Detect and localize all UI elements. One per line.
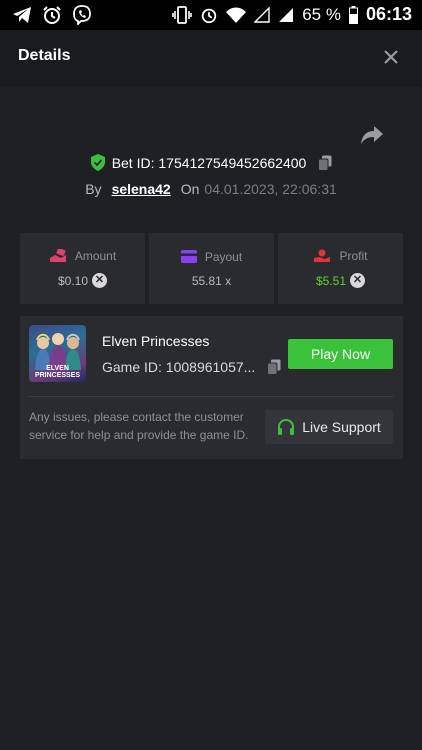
headset-icon: [278, 418, 295, 435]
stat-payout-label: Payout: [204, 249, 243, 264]
live-support-label: Live Support: [302, 419, 381, 435]
battery-icon: [348, 5, 358, 24]
by-label: By: [85, 181, 102, 197]
payout-card-icon: [180, 250, 197, 263]
status-bar: 65 % 06:13: [0, 0, 422, 30]
support-note: Any issues, please contact the customer …: [29, 410, 249, 442]
clock: 06:13: [365, 4, 412, 24]
stat-profit: Profit $5.51 ✕: [278, 233, 403, 304]
share-icon: [361, 126, 383, 144]
stat-payout: Payout 55.81 x: [149, 233, 274, 304]
wifi-icon: [226, 7, 247, 23]
stat-profit-value: $5.51: [315, 273, 347, 288]
signal-icon: [279, 7, 294, 22]
bet-date: 04.01.2023, 22:06:31: [204, 181, 337, 197]
status-left-icons: [12, 5, 92, 25]
bet-meta-row: By selena42 On 04.01.2023, 22:06:31: [0, 181, 422, 197]
game-id-row: Game ID: 1008961057...: [102, 359, 281, 375]
alarm-icon: [202, 8, 217, 23]
vibrate-icon: [172, 5, 193, 24]
live-support-button[interactable]: Live Support: [265, 410, 393, 444]
close-button[interactable]: [380, 46, 402, 68]
bet-id: Bet ID: 1754127549452662400: [111, 154, 307, 171]
stat-amount-label: Amount: [74, 249, 117, 263]
battery-percent: 65 %: [302, 4, 341, 24]
status-right: 65 % 06:13: [172, 4, 412, 25]
shield-check-icon: [90, 154, 105, 171]
on-label: On: [180, 181, 200, 197]
profit-icon: [314, 249, 331, 262]
bet-stats: Amount $0.10 ✕ Payout 55.81 x Profit $5.…: [20, 233, 403, 304]
game-thumbnail-title: ELVEN PRINCESSES: [34, 365, 81, 379]
bet-id-row: Bet ID: 1754127549452662400: [0, 154, 422, 171]
stat-payout-value: 55.81 x: [191, 273, 232, 288]
telegram-icon: [13, 7, 31, 23]
viber-icon: [73, 5, 91, 25]
share-button[interactable]: [360, 124, 384, 146]
signal-empty-icon: [254, 6, 270, 23]
details-header: Details: [0, 30, 422, 86]
amount-icon: [49, 249, 66, 262]
game-card: ELVEN PRINCESSES Elven Princesses Game I…: [20, 316, 403, 459]
alarm-icon: [43, 6, 61, 24]
stat-amount-value: $0.10: [57, 273, 89, 288]
game-id: Game ID: 1008961057...: [102, 359, 256, 375]
close-icon: [384, 50, 398, 64]
username-link[interactable]: selena42: [112, 181, 171, 197]
page-title: Details: [18, 47, 71, 64]
copy-icon: [318, 155, 332, 171]
stat-profit-label: Profit: [339, 249, 368, 263]
game-thumbnail[interactable]: ELVEN PRINCESSES: [29, 325, 86, 382]
currency-x-icon: ✕: [92, 273, 108, 288]
copy-game-id-button[interactable]: [267, 359, 281, 375]
stat-amount: Amount $0.10 ✕: [20, 233, 145, 304]
currency-x-icon: ✕: [350, 273, 366, 288]
divider: [29, 396, 394, 397]
copy-bet-id-button[interactable]: [318, 155, 332, 171]
game-name: Elven Princesses: [102, 333, 210, 349]
copy-icon: [267, 359, 281, 375]
play-now-button[interactable]: Play Now: [288, 339, 393, 369]
